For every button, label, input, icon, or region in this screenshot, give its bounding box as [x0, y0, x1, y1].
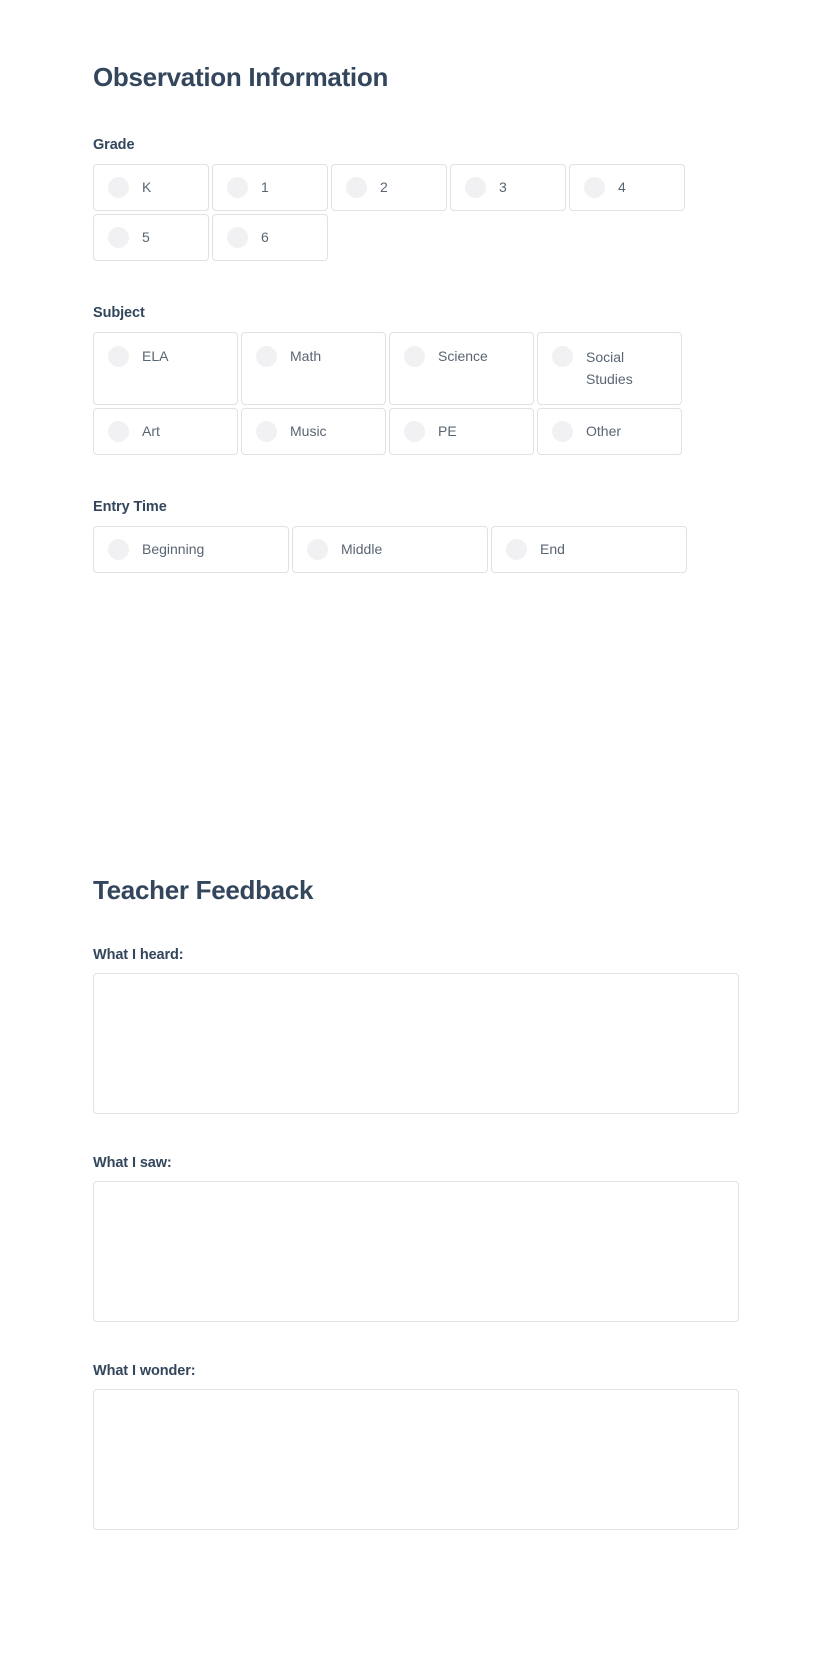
- subject-option-label: Math: [290, 348, 322, 365]
- radio-icon[interactable]: [108, 421, 129, 443]
- subject-option-pe[interactable]: PE: [389, 408, 534, 456]
- entry-time-label: Entry Time: [93, 499, 167, 516]
- section-divider-space: [0, 573, 840, 875]
- radio-icon[interactable]: [465, 177, 486, 199]
- radio-icon[interactable]: [108, 227, 129, 249]
- subject-option-label: Social Studies: [586, 349, 633, 388]
- radio-icon[interactable]: [404, 421, 425, 443]
- radio-icon[interactable]: [108, 539, 129, 561]
- subject-option-art[interactable]: Art: [93, 408, 238, 456]
- grade-field-group: Grade K 1 2 3 4 5 6: [93, 137, 739, 262]
- grade-option-3[interactable]: 3: [450, 164, 566, 212]
- entry-time-option-end[interactable]: End: [491, 526, 687, 574]
- radio-icon[interactable]: [404, 346, 425, 368]
- entry-time-option-label: End: [540, 541, 565, 558]
- grade-option-4[interactable]: 4: [569, 164, 685, 212]
- radio-icon[interactable]: [552, 421, 573, 443]
- subject-field-group: Subject ELA Math Science Social Studies: [93, 305, 739, 456]
- what-i-saw-label: What I saw:: [93, 1155, 172, 1172]
- what-i-wonder-input[interactable]: [93, 1389, 739, 1531]
- what-i-heard-label: What I heard:: [93, 947, 184, 964]
- what-i-saw-input[interactable]: [93, 1181, 739, 1323]
- radio-icon[interactable]: [552, 346, 573, 368]
- entry-time-option-label: Middle: [341, 541, 383, 558]
- grade-option-label: 6: [261, 229, 269, 246]
- grade-option-label: K: [142, 179, 152, 196]
- grade-option-1[interactable]: 1: [212, 164, 328, 212]
- radio-icon[interactable]: [506, 539, 527, 561]
- observation-form-page: Observation Information Grade K 1 2 3 4 …: [0, 0, 840, 1531]
- subject-option-social-studies[interactable]: Social Studies: [537, 332, 682, 406]
- grade-options: K 1 2 3 4 5 6: [93, 164, 739, 262]
- grade-label: Grade: [93, 137, 135, 154]
- subject-option-label: Art: [142, 423, 160, 440]
- entry-time-field-group: Entry Time Beginning Middle End: [93, 499, 739, 574]
- entry-time-option-middle[interactable]: Middle: [292, 526, 488, 574]
- grade-option-label: 3: [499, 179, 507, 196]
- radio-icon[interactable]: [256, 346, 277, 368]
- grade-option-2[interactable]: 2: [331, 164, 447, 212]
- radio-icon[interactable]: [108, 346, 129, 368]
- subject-option-math[interactable]: Math: [241, 332, 386, 406]
- radio-icon[interactable]: [584, 177, 605, 199]
- radio-icon[interactable]: [227, 177, 248, 199]
- grade-option-label: 2: [380, 179, 388, 196]
- subject-option-music[interactable]: Music: [241, 408, 386, 456]
- radio-icon[interactable]: [346, 177, 367, 199]
- grade-option-label: 4: [618, 179, 626, 196]
- entry-time-options: Beginning Middle End: [93, 526, 739, 574]
- subject-option-other[interactable]: Other: [537, 408, 682, 456]
- teacher-feedback-section: Teacher Feedback What I heard: What I sa…: [93, 875, 739, 1531]
- what-i-wonder-label: What I wonder:: [93, 1363, 196, 1380]
- subject-label: Subject: [93, 305, 145, 322]
- what-i-saw-group: What I saw:: [93, 1155, 739, 1323]
- grade-option-5[interactable]: 5: [93, 214, 209, 262]
- radio-icon[interactable]: [227, 227, 248, 249]
- what-i-heard-input[interactable]: [93, 973, 739, 1115]
- page-title: Observation Information: [93, 62, 389, 92]
- subject-option-label: Other: [586, 423, 622, 440]
- subject-option-label: Science: [438, 348, 488, 365]
- subject-option-label: ELA: [142, 348, 169, 365]
- subject-option-label: Music: [290, 423, 327, 440]
- radio-icon[interactable]: [256, 421, 277, 443]
- what-i-heard-group: What I heard:: [93, 947, 739, 1115]
- subject-option-ela[interactable]: ELA: [93, 332, 238, 406]
- entry-time-option-label: Beginning: [142, 541, 205, 558]
- grade-option-label: 5: [142, 229, 150, 246]
- grade-option-label: 1: [261, 179, 269, 196]
- radio-icon[interactable]: [108, 177, 129, 199]
- teacher-feedback-title: Teacher Feedback: [93, 875, 314, 906]
- subject-option-label: PE: [438, 423, 457, 440]
- subject-options: ELA Math Science Social Studies Art Musi…: [93, 332, 739, 456]
- radio-icon[interactable]: [307, 539, 328, 561]
- what-i-wonder-group: What I wonder:: [93, 1363, 739, 1531]
- subject-option-science[interactable]: Science: [389, 332, 534, 406]
- entry-time-option-beginning[interactable]: Beginning: [93, 526, 289, 574]
- grade-option-k[interactable]: K: [93, 164, 209, 212]
- grade-option-6[interactable]: 6: [212, 214, 328, 262]
- observation-information-section: Observation Information Grade K 1 2 3 4 …: [93, 0, 739, 574]
